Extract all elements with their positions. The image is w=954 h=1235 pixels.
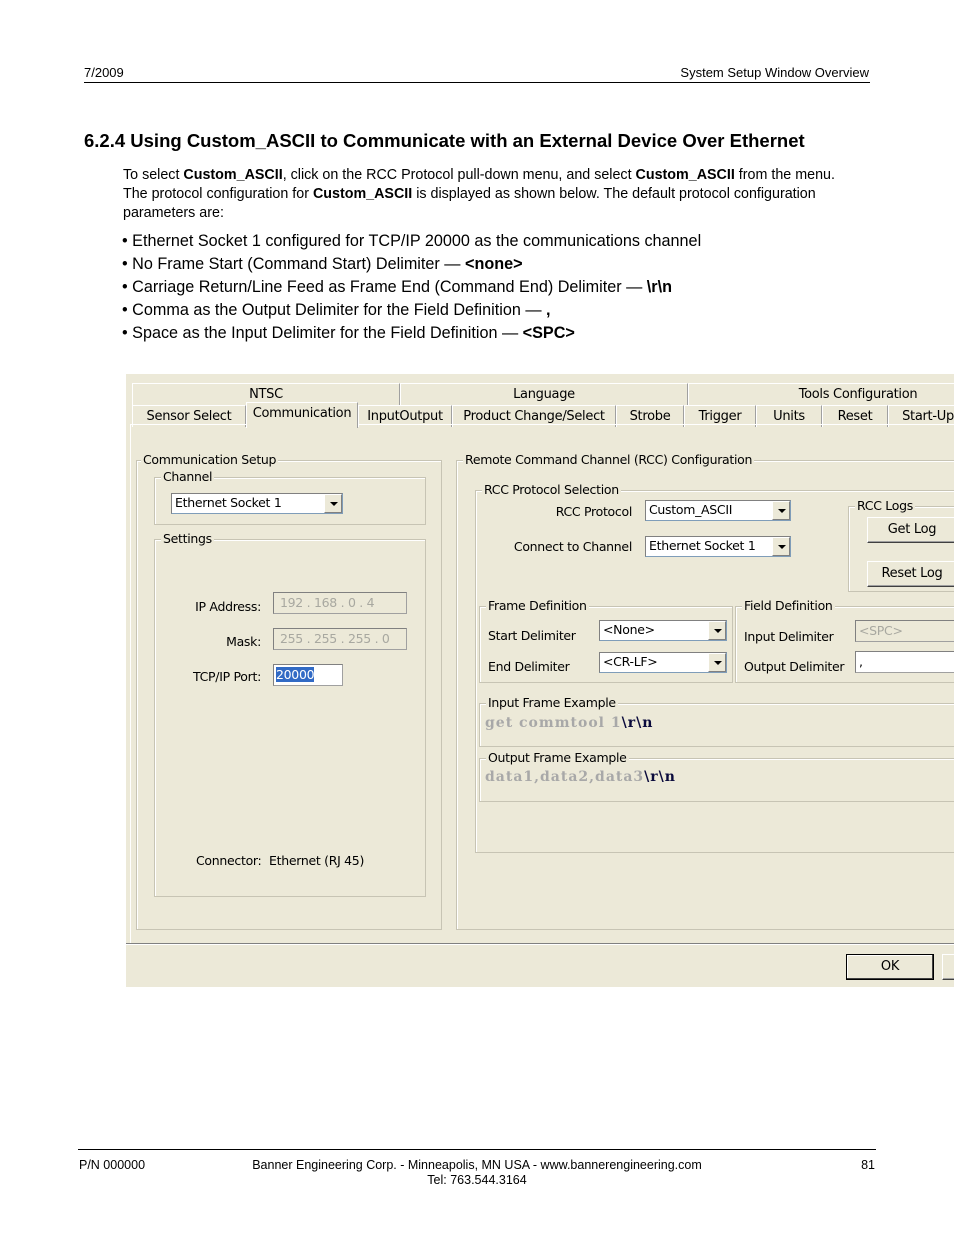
example-text: get commtool 1 [485, 715, 622, 731]
channel-select[interactable]: Ethernet Socket 1 [171, 493, 343, 514]
example-text: data1,data2,data3 [485, 769, 645, 785]
list-item-text: • Comma as the Output Delimiter for the … [122, 301, 547, 319]
output-delimiter-field[interactable]: , [855, 651, 954, 673]
footer-page-number: 81 [861, 1158, 875, 1172]
frame-definition-label: Frame Definition [486, 598, 589, 613]
chevron-down-icon[interactable] [708, 621, 726, 640]
footer-tel: Tel: 763.544.3164 [427, 1173, 527, 1187]
field-definition-group: Field Definition Input Delimiter <SPC> O… [735, 599, 954, 683]
list-item: • Space as the Input Delimiter for the F… [122, 322, 701, 345]
tcp-port-label: TCP/IP Port: [193, 669, 261, 684]
output-frame-example: data1,data2,data3\r\n [485, 769, 676, 785]
field-definition-label: Field Definition [742, 598, 835, 613]
example-terminator: \r\n [644, 769, 676, 785]
rcc-logs-label: RCC Logs [855, 498, 915, 513]
list-item: • Ethernet Socket 1 configured for TCP/I… [122, 230, 701, 253]
channel-select-value: Ethernet Socket 1 [175, 495, 282, 510]
example-terminator: \r\n [621, 715, 654, 731]
ok-button[interactable]: OK [846, 954, 934, 980]
intro-bold: Custom_ASCII [312, 186, 413, 202]
header-section: System Setup Window Overview [680, 65, 869, 80]
list-item: • Comma as the Output Delimiter for the … [122, 299, 701, 322]
communication-setup-label: Communication Setup [141, 452, 279, 467]
communication-setup-group: Communication Setup Channel Ethernet Soc… [136, 453, 442, 930]
rcc-protocol-selection-group: RCC Protocol Selection RCC Protocol Cust… [475, 483, 954, 853]
intro-bold: Custom_ASCII [635, 167, 735, 183]
list-item-value: , [546, 301, 551, 319]
list-item-text: • Carriage Return/Line Feed as Frame End… [122, 278, 647, 296]
tcp-port-field[interactable]: 20000 [273, 664, 343, 686]
end-delimiter-value: <CR-LF> [603, 654, 658, 669]
footer-company: Banner Engineering Corp. - Minneapolis, … [252, 1158, 702, 1172]
tab-tools-configuration[interactable]: Tools Configuration [688, 383, 954, 405]
intro-text: , click on the RCC Protocol pull-down me… [282, 167, 636, 183]
list-item-value: \r\n [646, 278, 672, 296]
list-item-text: • Space as the Input Delimiter for the F… [122, 324, 523, 342]
input-delimiter-label: Input Delimiter [744, 629, 834, 644]
chevron-down-icon[interactable] [772, 537, 790, 556]
rcc-protocol-selection-label: RCC Protocol Selection [482, 482, 621, 497]
connector-label: Connector: [196, 853, 262, 868]
connect-to-channel-label: Connect to Channel [513, 539, 632, 554]
tcp-port-value: 20000 [276, 667, 315, 682]
mask-field[interactable]: 255 . 255 . 255 . 0 [273, 628, 407, 650]
connector-value: Ethernet (RJ 45) [269, 853, 365, 868]
output-frame-example-label: Output Frame Example [486, 750, 629, 765]
list-item-text: • Ethernet Socket 1 configured for TCP/I… [122, 232, 702, 250]
input-frame-example-group: Input Frame Example get commtool 1\r\n [479, 696, 954, 747]
ip-address-field[interactable]: 192 . 168 . 0 . 4 [273, 592, 407, 614]
rcc-configuration-group: Remote Command Channel (RCC) Configurati… [456, 453, 954, 930]
chevron-down-icon[interactable] [772, 501, 790, 520]
input-delimiter-field[interactable]: <SPC> [855, 620, 954, 642]
mask-label: Mask: [226, 634, 261, 649]
cancel-button[interactable] [942, 954, 954, 980]
intro-bold: Custom_ASCII [183, 167, 283, 183]
start-delimiter-value: <None> [603, 622, 655, 637]
reset-log-button[interactable]: Reset Log [867, 561, 954, 587]
chevron-down-icon[interactable] [708, 653, 726, 672]
rcc-protocol-select[interactable]: Custom_ASCII [645, 500, 791, 521]
list-item-value: <SPC> [522, 324, 575, 342]
list-item: • Carriage Return/Line Feed as Frame End… [122, 276, 701, 299]
list-item: • No Frame Start (Command Start) Delimit… [122, 253, 701, 276]
connect-to-channel-value: Ethernet Socket 1 [649, 538, 756, 553]
rcc-logs-group: RCC Logs Get Log Reset Log [848, 499, 954, 592]
tab-language[interactable]: Language [400, 383, 688, 405]
channel-label: Channel [161, 469, 215, 484]
chevron-down-icon[interactable] [324, 494, 342, 513]
rcc-protocol-label: RCC Protocol [555, 504, 633, 519]
start-delimiter-label: Start Delimiter [488, 628, 576, 643]
end-delimiter-select[interactable]: <CR-LF> [599, 652, 727, 673]
header-rule [84, 82, 870, 83]
connect-to-channel-select[interactable]: Ethernet Socket 1 [645, 536, 791, 557]
output-frame-example-group: Output Frame Example data1,data2,data3\r… [479, 751, 954, 802]
list-item-text: • No Frame Start (Command Start) Delimit… [122, 255, 465, 273]
frame-definition-group: Frame Definition Start Delimiter <None> … [479, 599, 733, 683]
rcc-protocol-value: Custom_ASCII [649, 502, 733, 517]
footer-rule [78, 1149, 876, 1150]
section-title: 6.2.4 Using Custom_ASCII to Communicate … [84, 130, 805, 151]
tab-communication[interactable]: Communication [246, 402, 358, 428]
system-setup-window: NTSC Language Tools Configuration Sensor… [126, 374, 954, 987]
start-delimiter-select[interactable]: <None> [599, 620, 727, 641]
get-log-button[interactable]: Get Log [867, 517, 954, 543]
header-date: 7/2009 [84, 65, 124, 80]
rcc-configuration-label: Remote Command Channel (RCC) Configurati… [463, 452, 755, 467]
channel-group: Channel Ethernet Socket 1 [154, 470, 426, 525]
settings-label: Settings [161, 531, 214, 546]
communication-panel: Communication Setup Channel Ethernet Soc… [130, 424, 954, 944]
input-frame-example-label: Input Frame Example [486, 695, 618, 710]
ip-address-label: IP Address: [195, 599, 261, 614]
parameter-list: • Ethernet Socket 1 configured for TCP/I… [122, 230, 701, 345]
output-delimiter-label: Output Delimiter [744, 659, 845, 674]
settings-group: Settings IP Address: 192 . 168 . 0 . 4 M… [154, 532, 426, 897]
input-frame-example: get commtool 1\r\n [485, 715, 653, 731]
list-item-value: <none> [464, 255, 523, 273]
end-delimiter-label: End Delimiter [488, 659, 570, 674]
bottom-separator [126, 943, 954, 945]
intro-paragraph: To select Custom_ASCII, click on the RCC… [123, 166, 863, 223]
intro-text: To select [123, 167, 184, 183]
